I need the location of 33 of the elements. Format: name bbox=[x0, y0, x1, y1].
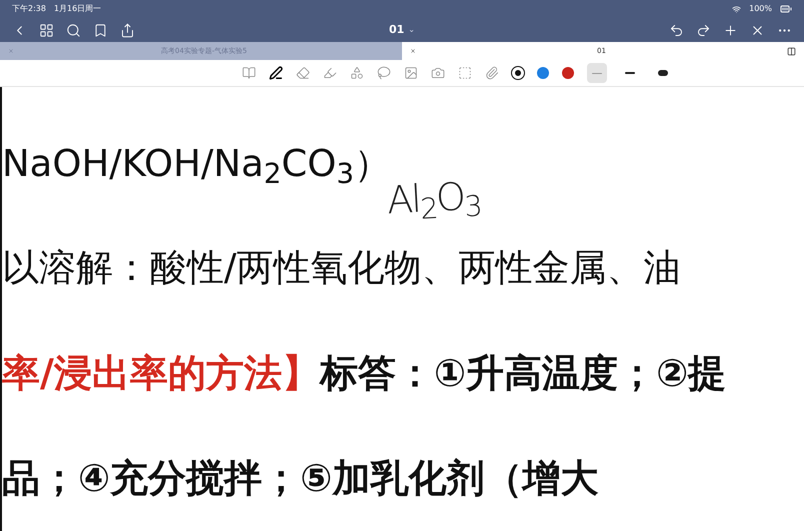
note-text: 标答：①升高温度；②提 bbox=[320, 354, 726, 392]
document-title[interactable]: 01 bbox=[388, 22, 404, 38]
grid-icon[interactable] bbox=[39, 22, 54, 38]
wifi-icon bbox=[732, 4, 742, 14]
redo-icon[interactable] bbox=[696, 22, 711, 38]
share-icon[interactable] bbox=[120, 22, 135, 38]
undo-icon[interactable] bbox=[669, 22, 684, 38]
note-text: 品；④充分搅拌；⑤加乳化剂（增大 bbox=[2, 459, 598, 498]
lasso-icon[interactable] bbox=[376, 66, 390, 80]
status-time: 下午2:38 bbox=[12, 3, 46, 15]
paperclip-icon[interactable] bbox=[484, 66, 498, 80]
book-icon[interactable] bbox=[242, 66, 256, 80]
battery-level: 100% bbox=[749, 3, 772, 15]
text-box-icon[interactable] bbox=[458, 66, 472, 80]
close-tab-icon[interactable] bbox=[410, 48, 416, 54]
highlighter-icon[interactable] bbox=[322, 66, 336, 80]
split-view-icon[interactable] bbox=[787, 46, 796, 56]
camera-icon[interactable] bbox=[430, 66, 444, 80]
bookmark-icon[interactable] bbox=[93, 22, 108, 38]
shapes-icon[interactable] bbox=[350, 66, 364, 80]
search-icon[interactable] bbox=[66, 22, 81, 38]
title-caret[interactable]: ⌄ bbox=[408, 24, 415, 36]
color-swatch[interactable] bbox=[536, 67, 548, 79]
battery-icon bbox=[780, 3, 792, 15]
image-icon[interactable] bbox=[404, 66, 418, 80]
note-text: 率/浸出率的方法】 bbox=[2, 354, 320, 392]
eraser-icon[interactable] bbox=[296, 66, 310, 80]
pen-icon[interactable] bbox=[268, 66, 282, 80]
note-text: 以溶解：酸性/两性氧化物、两性金属、油 bbox=[2, 249, 680, 286]
status-date: 1月16日周一 bbox=[54, 3, 102, 15]
color-swatch[interactable] bbox=[562, 67, 574, 79]
add-icon[interactable] bbox=[723, 22, 738, 38]
color-swatch[interactable] bbox=[512, 67, 524, 79]
